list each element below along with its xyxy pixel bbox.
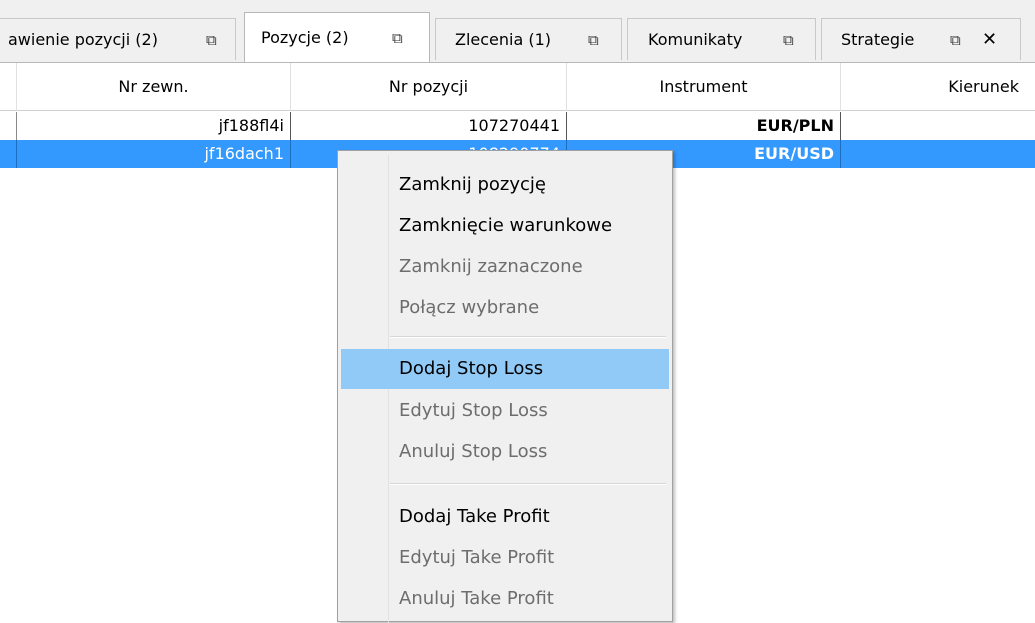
tab-label: Zlecenia (1): [455, 30, 552, 49]
context-menu: Zamknij pozycję Zamknięcie warunkowe Zam…: [337, 150, 673, 623]
menu-separator: [390, 483, 666, 485]
column-header-kierunek[interactable]: Kierunek: [841, 63, 1035, 111]
menu-item-zamknij-zaznaczone[interactable]: Zamknij zaznaczone: [341, 247, 669, 287]
menu-item-zamknij-pozycje[interactable]: Zamknij pozycję: [341, 165, 669, 205]
row-gutter: [0, 140, 17, 168]
table-row[interactable]: jf188fl4i 107270441 EUR/PLN: [0, 112, 1035, 140]
menu-item-edytuj-stop-loss[interactable]: Edytuj Stop Loss: [341, 391, 669, 431]
menu-item-edytuj-take-profit[interactable]: Edytuj Take Profit: [341, 538, 669, 578]
cell-nr-zewn: jf188fl4i: [17, 112, 291, 140]
cell-instrument: EUR/PLN: [567, 112, 841, 140]
column-header-nr-zewn[interactable]: Nr zewn.: [17, 63, 291, 111]
tab-strategie[interactable]: Strategie ⧉ ✕: [821, 18, 1021, 60]
row-gutter: [0, 112, 17, 140]
menu-item-anuluj-take-profit[interactable]: Anuluj Take Profit: [341, 579, 669, 619]
popout-icon[interactable]: ⧉: [206, 19, 217, 61]
cell-nr-pozycji: 107270441: [291, 112, 567, 140]
column-header-nr-pozycji[interactable]: Nr pozycji: [291, 63, 567, 111]
cell-nr-zewn: jf16dach1: [17, 140, 291, 168]
popout-icon[interactable]: ⧉: [588, 19, 599, 61]
tab-bar: awienie pozycji (2) ⧉ Pozycje (2) ⧉ Zlec…: [0, 0, 1035, 63]
tab-pozycje[interactable]: Pozycje (2) ⧉: [244, 12, 430, 63]
menu-item-polacz-wybrane[interactable]: Połącz wybrane: [341, 288, 669, 328]
menu-item-zamkniecie-warunkowe[interactable]: Zamknięcie warunkowe: [341, 206, 669, 246]
tab-zestawienie-pozycji[interactable]: awienie pozycji (2) ⧉: [0, 18, 236, 60]
close-icon[interactable]: ✕: [982, 19, 997, 61]
popout-icon[interactable]: ⧉: [950, 19, 961, 61]
row-header-corner: [0, 63, 17, 111]
popout-icon[interactable]: ⧉: [783, 19, 794, 61]
tab-label: Pozycje (2): [261, 28, 349, 47]
column-header-instrument[interactable]: Instrument: [567, 63, 841, 111]
popout-icon[interactable]: ⧉: [392, 17, 403, 59]
menu-item-dodaj-stop-loss[interactable]: Dodaj Stop Loss: [341, 349, 669, 389]
table-header: Nr zewn. Nr pozycji Instrument Kierunek: [0, 63, 1035, 111]
menu-item-anuluj-stop-loss[interactable]: Anuluj Stop Loss: [341, 432, 669, 472]
menu-separator: [390, 336, 666, 338]
tab-label: awienie pozycji (2): [8, 30, 158, 49]
tab-komunikaty[interactable]: Komunikaty ⧉: [627, 18, 816, 60]
menu-item-dodaj-take-profit[interactable]: Dodaj Take Profit: [341, 497, 669, 537]
tab-zlecenia[interactable]: Zlecenia (1) ⧉: [435, 18, 622, 60]
tab-label: Strategie: [841, 30, 915, 49]
tab-label: Komunikaty: [648, 30, 743, 49]
